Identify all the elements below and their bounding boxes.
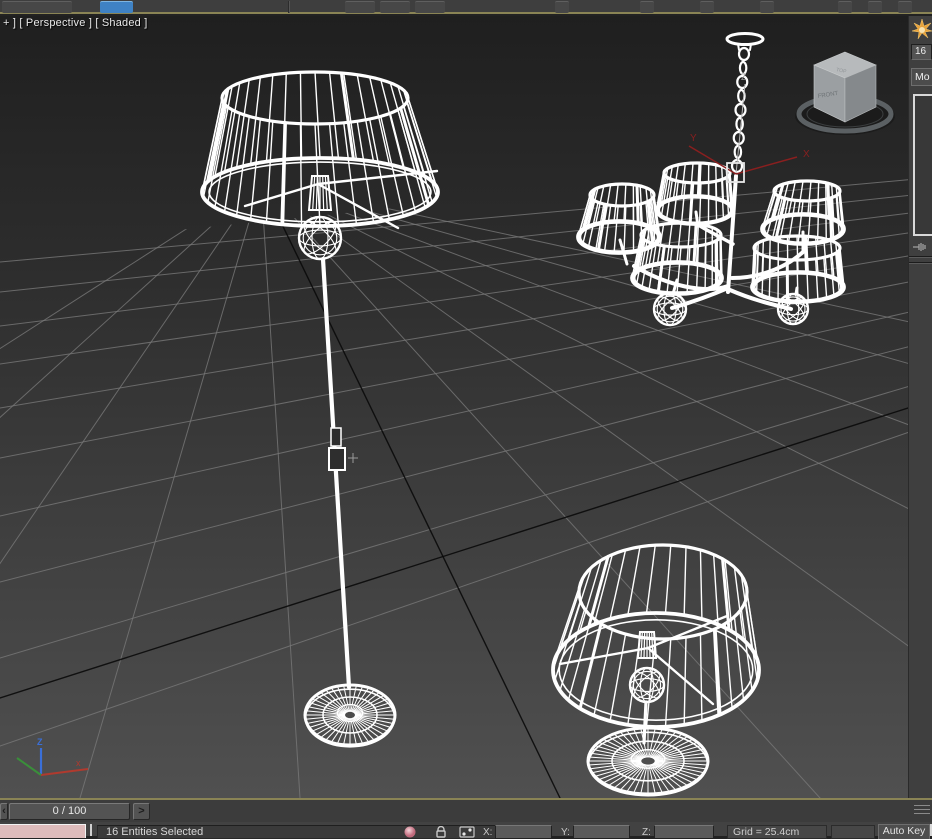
toolbar-button[interactable] [838,1,852,13]
gizmo-y-label: Y [690,133,697,144]
toolbar-button[interactable] [380,1,410,13]
status-bar: 16 Entities Selected X: Y: Z: Grid = 25.… [0,822,932,836]
toolbar-button[interactable] [415,1,445,13]
gizmo-z-label: Z [741,72,747,82]
x-coord-field[interactable] [495,825,552,839]
modifier-list-button[interactable]: Mo [911,68,932,86]
perspective-viewport[interactable]: + ] [ Perspective ] [ Shaded ] X [0,16,908,798]
pin-stack-icon[interactable] [913,242,929,252]
command-panel-sliver: 16 Mo [908,16,932,798]
absolute-mode-icon[interactable] [459,826,476,838]
selection-cursor [329,428,358,470]
time-slider-bar: ‹ 0 / 100 > [0,798,932,822]
selection-sphere-icon[interactable] [404,826,416,838]
panel-divider [909,262,932,264]
y-coord-label: Y: [561,827,570,838]
listener-splitter[interactable] [90,824,92,836]
transform-gizmo[interactable]: X Y Z [689,72,810,182]
viewport-canvas[interactable]: X Y Z TOP FRONT Z x [0,16,908,798]
toolbar-button[interactable] [555,1,569,13]
frame-forward-button[interactable]: > [133,803,150,820]
toolbar-button[interactable] [898,1,912,13]
toolbar-button[interactable] [345,1,375,13]
auto-key-button[interactable]: Auto Key [878,824,930,839]
world-x-label: x [76,758,81,768]
frame-back-button[interactable]: ‹ [0,803,8,820]
panel-value-field[interactable]: 16 [911,44,932,60]
world-axis-tripod: Z x [17,737,88,775]
toolbar-button[interactable] [700,1,714,13]
z-coord-field[interactable] [654,825,714,839]
viewcube[interactable]: TOP FRONT [795,52,895,135]
selection-lock-icon[interactable] [434,826,448,838]
time-tag-box[interactable] [831,825,875,839]
modifier-stack[interactable] [913,94,932,236]
create-tab-icon[interactable] [912,19,932,39]
viewport-label[interactable]: + ] [ Perspective ] [ Shaded ] [3,17,148,29]
toolbar-button[interactable] [868,1,882,13]
z-coord-label: Z: [642,827,651,838]
grid-setting-display: Grid = 25.4cm [727,825,827,839]
y-coord-field[interactable] [573,825,630,839]
x-coord-label: X: [483,827,492,838]
toolbar-button[interactable] [640,1,654,13]
time-slider[interactable]: 0 / 100 [9,803,130,820]
toolbar-button[interactable] [760,1,774,13]
toolbar-separator [288,1,290,13]
panel-divider [909,256,932,258]
world-z-label: Z [37,737,43,747]
gizmo-x-label: X [803,149,810,160]
lamp-wireframes[interactable] [202,34,844,796]
toolbar-button[interactable] [2,1,72,13]
toolbar-blue-icon[interactable] [100,1,133,13]
top-toolbar [0,0,932,14]
